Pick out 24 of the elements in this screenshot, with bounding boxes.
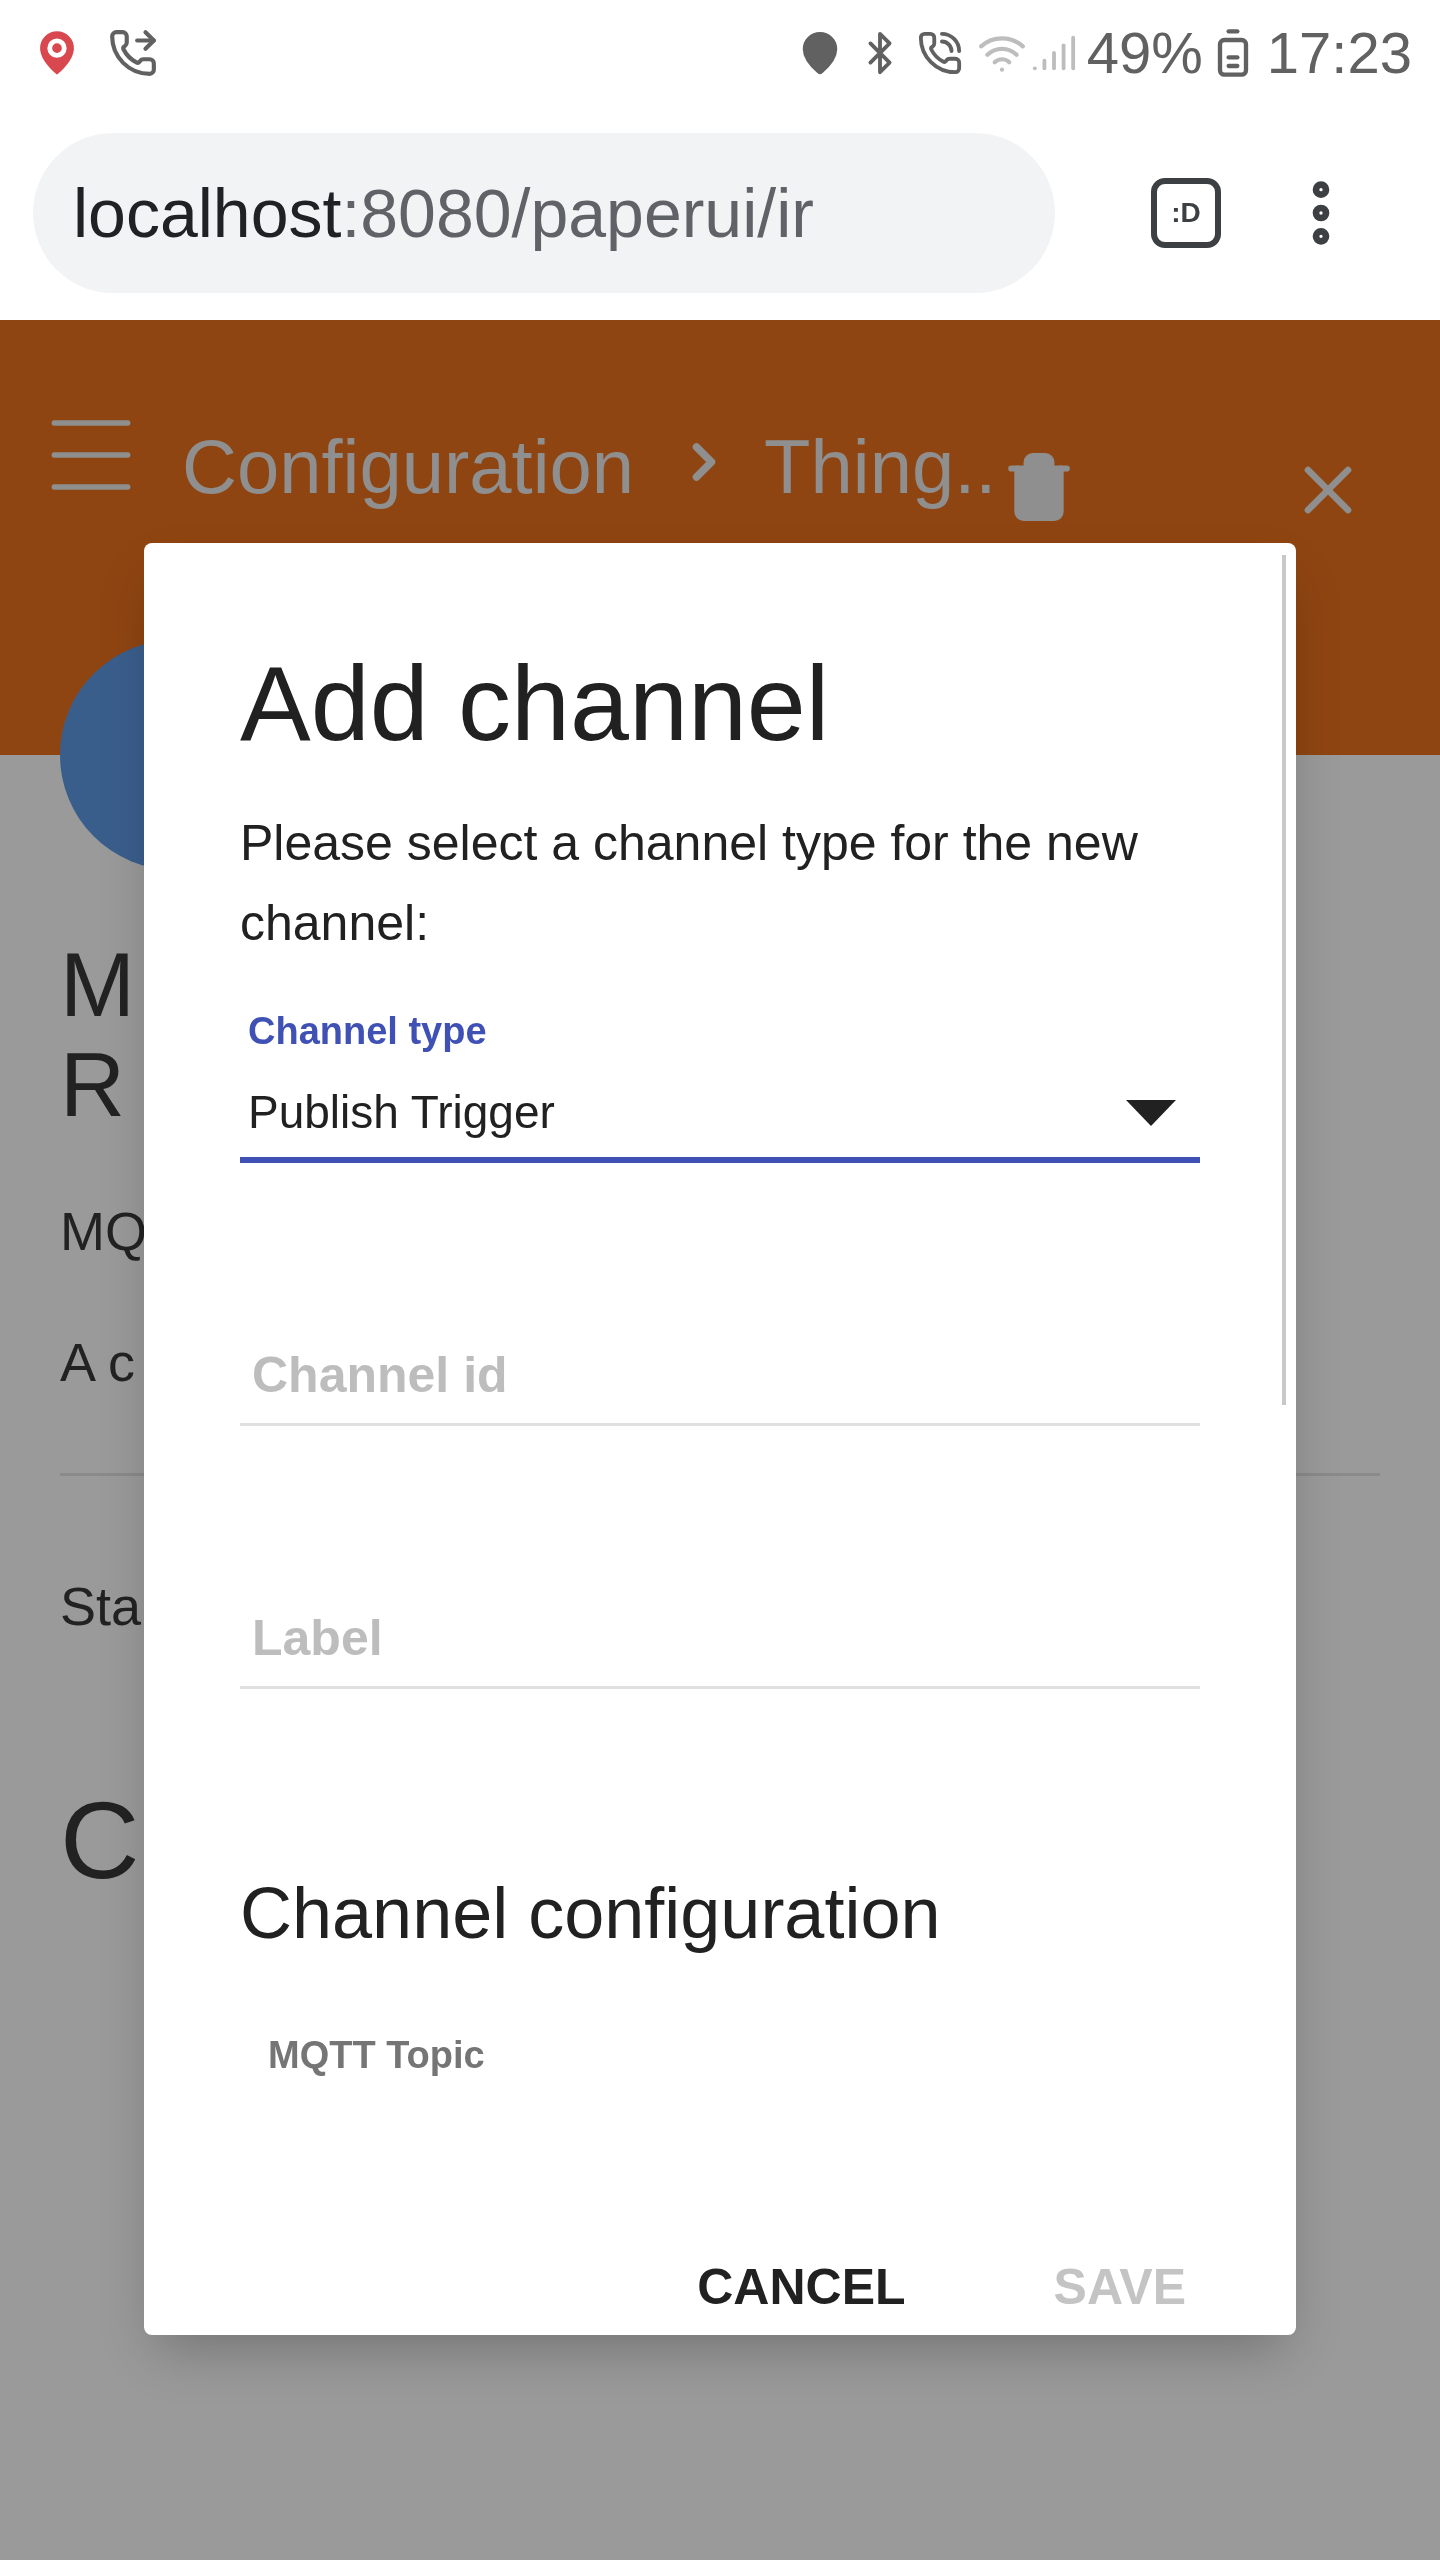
- dialog-button[interactable]: CANCEL: [673, 2234, 930, 2341]
- dialog-message: Please select a channel type for the new channel:: [240, 814, 1139, 953]
- thing-subtitle: MQ: [60, 1200, 147, 1263]
- field-label: Channel type: [248, 1009, 488, 1054]
- text-field[interactable]: Label: [240, 1601, 1200, 1686]
- tabs-button[interactable]: :D: [1151, 177, 1221, 248]
- thing-title: R: [60, 1035, 125, 1135]
- section-heading: Channel configuration: [240, 1872, 942, 1955]
- phone-icon: [108, 27, 158, 78]
- url-path: :8080/paperui/ir: [341, 173, 814, 253]
- url-field[interactable]: localhost:8080/paperui/ir: [33, 132, 1055, 293]
- thing-description: A c: [60, 1331, 136, 1394]
- dialog-title: Add channel: [240, 643, 831, 763]
- config-field-label: MQTT Topic: [268, 2033, 486, 2078]
- section-title: C: [60, 1777, 140, 1903]
- clock: 17:23: [1266, 19, 1412, 87]
- wifi-call-icon: [916, 29, 963, 76]
- battery-percent: 49%: [1086, 19, 1203, 87]
- thing-title: M: [60, 935, 135, 1035]
- url-host: localhost: [73, 173, 342, 253]
- channel-type-select[interactable]: Publish Trigger: [240, 1078, 1200, 1157]
- text-field[interactable]: Channel id: [240, 1338, 1200, 1423]
- dropdown-caret-icon: [1126, 1099, 1176, 1126]
- status-label: Sta: [60, 1575, 142, 1638]
